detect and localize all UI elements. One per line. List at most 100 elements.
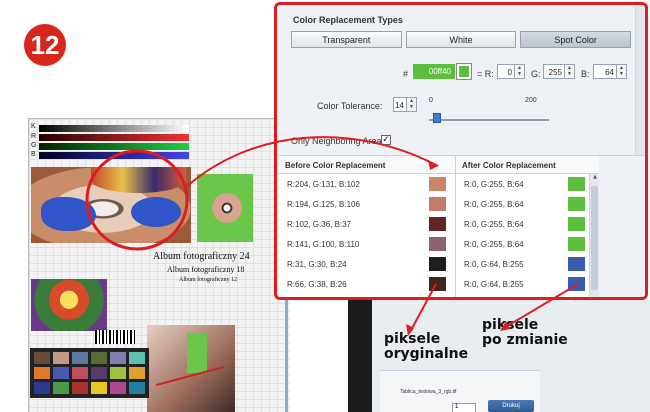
scroll-thumb[interactable] [591,186,598,290]
face-photo [147,325,235,412]
before-color-swatch [429,237,446,251]
g-value: 255 [548,68,562,77]
b-label: B: [581,69,590,79]
gradient-bar-b [39,152,189,159]
table-scrollbar[interactable]: ▲ [589,174,599,297]
b-spinner-arrows[interactable]: ▲ ▼ [616,65,626,78]
before-row[interactable]: R:141, G:100, B:110 [279,234,449,254]
slider-min-label: 0 [429,97,433,104]
before-color-swatch [429,277,446,291]
after-row-text: R:0, G:255, B:64 [464,199,524,209]
hex-prefix: # [403,69,409,79]
slider-max-label: 200 [525,97,537,104]
panel-edge [635,5,645,155]
album-line-1: Album fotograficzny 24 [153,251,250,262]
album-line-2: Album fotograficzny 18 [167,265,245,274]
after-color-swatch [568,277,585,291]
tolerance-label: Color Tolerance: [317,101,383,111]
before-row-text: R:31, G:30, B:24 [287,259,347,269]
b-value: 64 [605,68,614,77]
before-color-swatch [429,177,446,191]
note-original-line-1: piksele [384,331,441,347]
tab-white[interactable]: White [405,31,517,48]
hex-color-input[interactable]: 00ff40 [413,64,455,79]
neighboring-checkbox[interactable]: ✓ [381,135,391,145]
after-row-text: R:0, G:255, B:64 [464,219,524,229]
before-color-swatch [429,197,446,211]
eye-photo [31,167,191,243]
color-checker [30,348,149,398]
replacement-type-tabs: Transparent White Spot Color [291,31,632,48]
step-badge: 12 [24,24,66,66]
tolerance-slider-track[interactable] [429,119,549,121]
r-spinner-arrows[interactable]: ▲ ▼ [514,65,524,78]
tolerance-input[interactable]: 14 ▲ ▼ [393,97,417,112]
tab-spot-color[interactable]: Spot Color [520,31,632,48]
before-row-text: R:102, G:36, B:37 [287,219,352,229]
gradient-bar-g [39,143,189,150]
after-row-text: R:0, G:255, B:64 [464,239,524,249]
row-label-b: B [31,151,36,158]
before-row-text: R:194, G:125, B:106 [287,199,360,209]
before-row-text: R:204, G:131, B:102 [287,179,360,189]
panel-title: Color Replacement Types [293,15,403,25]
color-replacement-panel: Color Replacement Types Transparent Whit… [274,2,648,300]
note-changed-pixels: piksele po zmianie [482,318,568,348]
row-label-k: K [31,123,36,130]
note-changed-line-1: piksele [482,317,539,333]
before-row-text: R:141, G:100, B:110 [287,239,360,249]
g-label: G: [531,69,541,79]
barcode [95,330,135,344]
blue-area [41,197,96,231]
r-value-input[interactable]: 0 ▲ ▼ [497,64,525,79]
row-label-g: G [31,142,37,149]
note-original-pixels: piksele oryginalne [384,332,468,362]
blue-area-right [131,197,181,227]
green-stripe [187,333,207,373]
gradient-bar-k [39,125,189,132]
after-color-swatch [568,177,585,191]
dark-column [348,300,374,412]
table-right-area [599,156,645,297]
before-row[interactable]: R:194, G:125, B:106 [279,194,449,214]
r-value: 0 [507,68,512,77]
g-spinner-arrows[interactable]: ▲ ▼ [564,65,574,78]
flower-photo [31,279,107,331]
after-color-swatch [568,217,585,231]
before-row[interactable]: R:66, G:38, B:26 [279,274,449,294]
tolerance-slider-thumb[interactable] [433,113,442,123]
r-label: = R: [477,69,494,79]
after-row-text: R:0, G:64, B:255 [464,259,524,269]
gradient-bar-r [39,134,189,141]
print-button[interactable]: Drukuj [488,400,534,412]
b-value-input[interactable]: 64 ▲ ▼ [593,64,627,79]
color-tables: Before Color Replacement After Color Rep… [279,155,645,297]
note-changed-line-2: po zmianie [482,332,568,348]
screenshot-stage: 12 K R G B Album fotograficzny 24 Album … [0,0,650,412]
before-row[interactable]: R:102, G:36, B:37 [279,214,449,234]
row-label-r: R [31,133,37,140]
tab-transparent[interactable]: Transparent [291,31,402,48]
after-row-text: R:0, G:64, B:255 [464,279,524,289]
eye-closeup [205,184,245,232]
page-input[interactable]: 1 [452,403,476,412]
document-tab[interactable]: Tablica_testowa_3_rgb.tif [400,389,456,395]
before-header: Before Color Replacement [279,156,455,174]
before-row[interactable]: R:31, G:30, B:24 [279,254,449,274]
tolerance-spinner-arrows[interactable]: ▲ ▼ [406,98,416,111]
before-row-text: R:66, G:38, B:26 [287,279,347,289]
color-picker-swatch[interactable] [456,63,472,80]
divider-line [285,300,288,412]
after-color-swatch [568,257,585,271]
before-color-swatch [429,257,446,271]
before-color-swatch [429,217,446,231]
ornament-area [91,167,186,193]
g-value-input[interactable]: 255 ▲ ▼ [543,64,575,79]
neighboring-label: Only Neighboring Area: [291,136,385,146]
green-replaced-photo [197,174,253,242]
before-row[interactable]: R:204, G:131, B:102 [279,174,449,194]
after-row-text: R:0, G:255, B:64 [464,179,524,189]
after-color-swatch [568,197,585,211]
note-original-line-2: oryginalne [384,346,469,362]
album-line-3: Album fotograficzny 12 [179,277,237,283]
